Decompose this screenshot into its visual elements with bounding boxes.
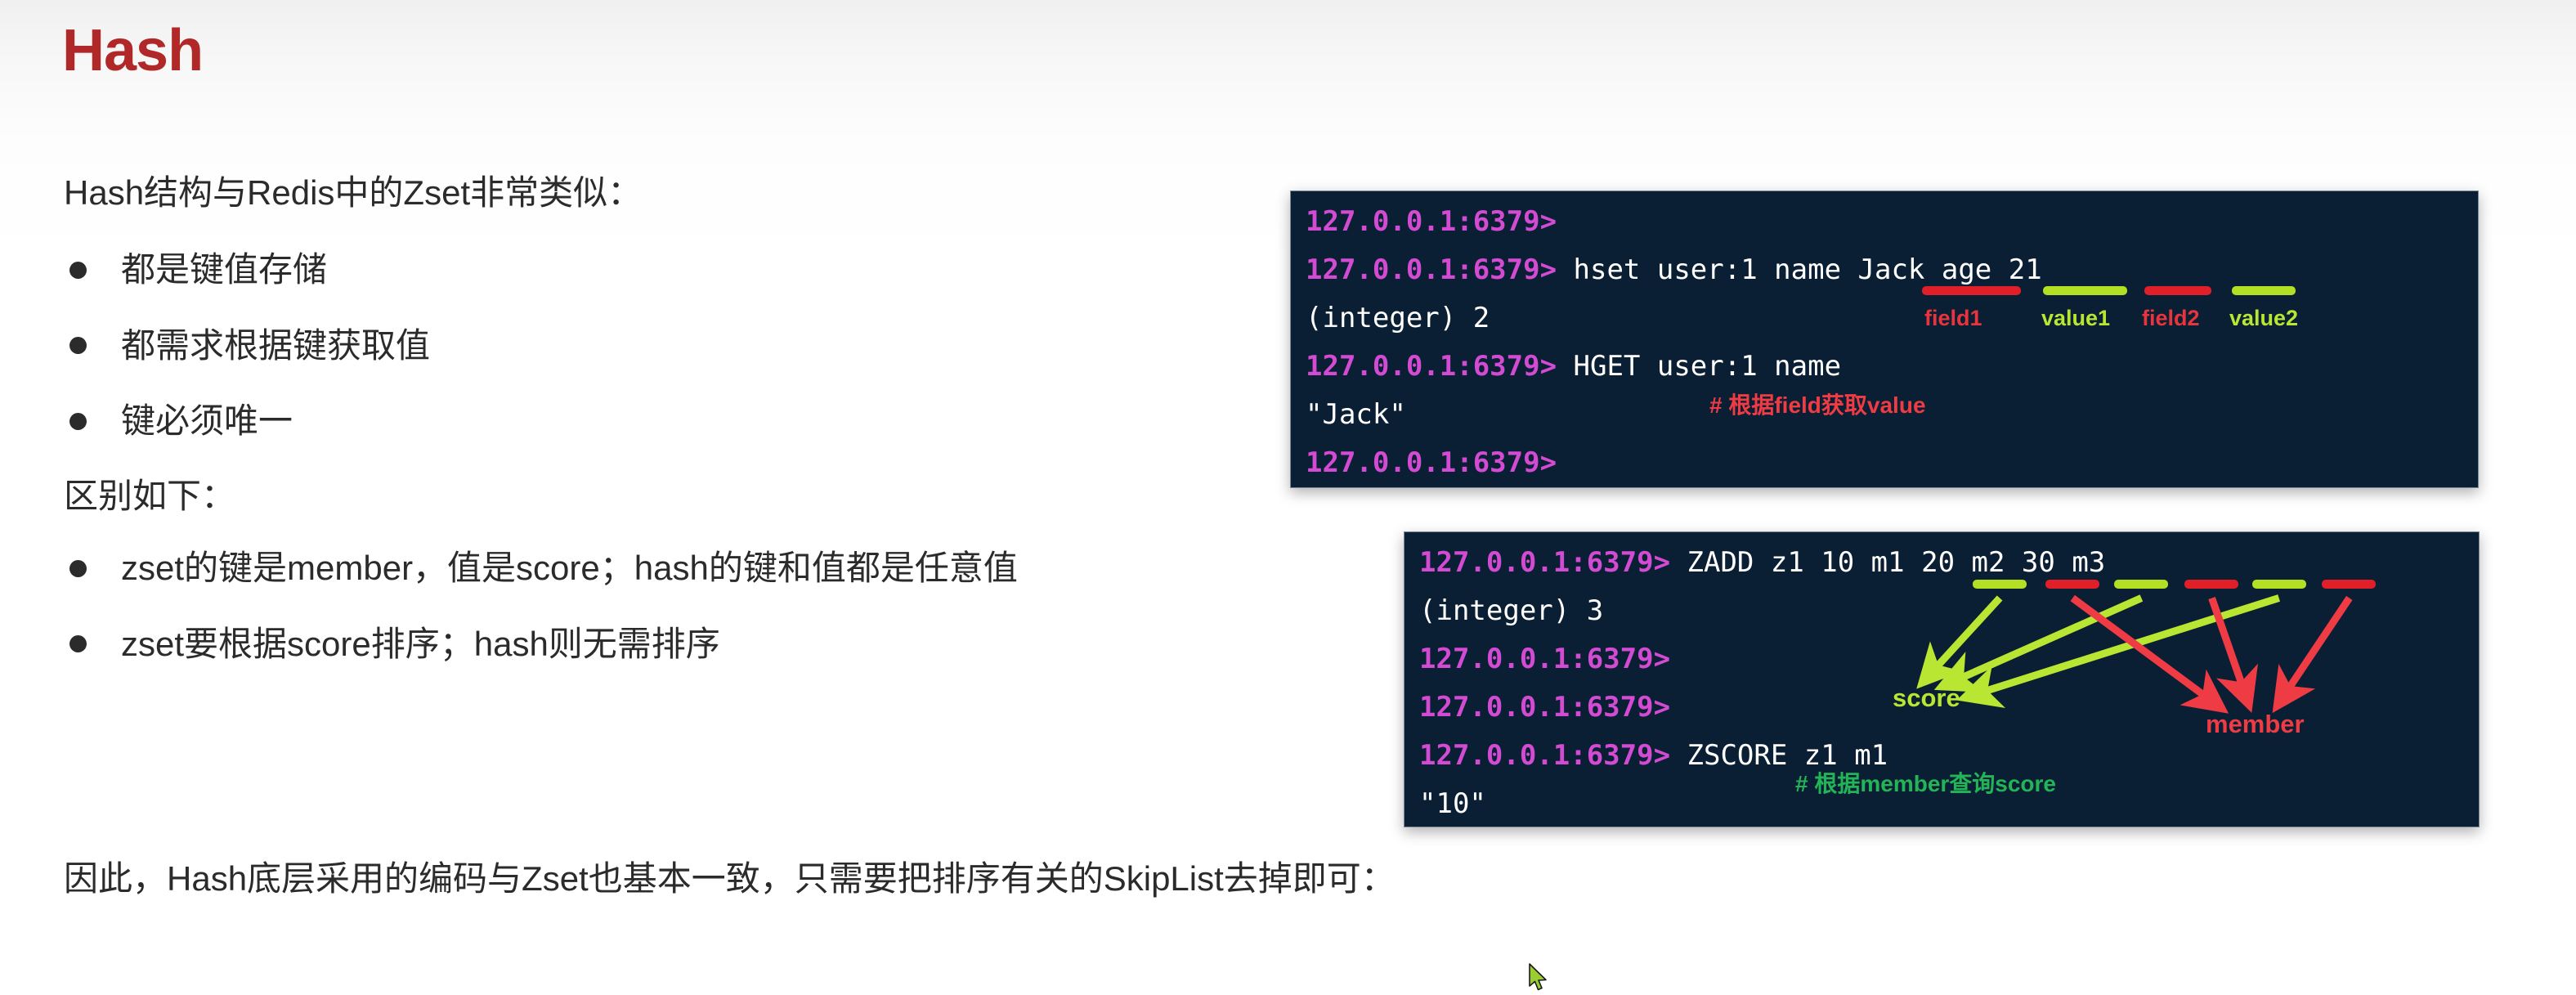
terminal-line: 127.0.0.1:6379> <box>1306 204 1557 240</box>
value2-label: value2 <box>2229 306 2299 330</box>
bullet-dot-icon <box>69 635 87 653</box>
list-item-label: zset要根据score排序；hash则无需排序 <box>121 624 720 663</box>
list-item: zset的键是member，值是score；hash的键和值都是任意值 <box>64 549 1274 588</box>
hget-comment: # 根据field获取value <box>1709 392 1926 418</box>
zscore-comment: # 根据member查询score <box>1795 771 2057 796</box>
field2-label: field2 <box>2142 306 2200 330</box>
list-item-label: 都需求根据键获取值 <box>121 325 431 365</box>
value1-label: value1 <box>2041 306 2111 330</box>
difference-heading: 区别如下： <box>64 477 236 516</box>
terminal-line: 127.0.0.1:6379> <box>1419 690 1670 725</box>
conclusion-paragraph: 因此，Hash底层采用的编码与Zset也基本一致，只需要把排序有关的SkipLi… <box>64 859 1396 898</box>
score-30-underline <box>2252 580 2306 589</box>
terminal-line: 127.0.0.1:6379> ZADD z1 10 m1 20 m2 30 m… <box>1419 545 2105 580</box>
member-m3-underline <box>2322 580 2376 589</box>
terminal-prompt: 127.0.0.1:6379> <box>1419 739 1671 772</box>
bullet-dot-icon <box>69 412 87 430</box>
list-item-label: zset的键是member，值是score；hash的键和值都是任意值 <box>121 549 1018 588</box>
terminal-line: (integer) 2 <box>1306 301 1490 336</box>
intro-paragraph: Hash结构与Redis中的Zset非常类似： <box>64 173 643 212</box>
page-title: Hash <box>62 18 204 83</box>
list-item: 键必须唯一 <box>64 401 1274 441</box>
terminal-line: "Jack" <box>1306 397 1406 433</box>
list-item-label: 都是键值存储 <box>121 250 328 289</box>
terminal-line: "10" <box>1419 787 1486 822</box>
list-item: 都需求根据键获取值 <box>64 326 1274 365</box>
mouse-cursor-icon <box>1529 963 1547 991</box>
terminal-output: (integer) 3 <box>1419 594 1604 627</box>
list-item: zset要根据score排序；hash则无需排序 <box>64 625 1274 664</box>
terminal-line: (integer) 3 <box>1419 594 1603 629</box>
terminal-command: HGET user:1 name <box>1557 350 1842 383</box>
field1-label: field1 <box>1924 306 1982 330</box>
terminal-prompt: 127.0.0.1:6379> <box>1306 253 1557 286</box>
terminal-line: 127.0.0.1:6379> hset user:1 name Jack ag… <box>1306 253 2042 288</box>
terminal-prompt: 127.0.0.1:6379> <box>1306 205 1557 238</box>
value1-underline <box>2043 286 2127 295</box>
field2-underline <box>2144 286 2211 295</box>
member-arrow-label: member <box>2206 710 2305 738</box>
member-m1-underline <box>2045 580 2099 589</box>
terminal-prompt: 127.0.0.1:6379> <box>1419 691 1671 724</box>
field1-underline <box>1922 286 2021 295</box>
terminal-line: 127.0.0.1:6379> HGET user:1 name <box>1306 349 1841 384</box>
terminal-prompt: 127.0.0.1:6379> <box>1306 350 1557 383</box>
terminal-zadd-screenshot: 127.0.0.1:6379> ZADD z1 10 m1 20 m2 30 m… <box>1404 531 2480 827</box>
bullet-dot-icon <box>69 337 87 355</box>
terminal-line: 127.0.0.1:6379> <box>1419 642 1670 677</box>
terminal-command: hset user:1 name Jack age 21 <box>1557 253 2042 286</box>
terminal-line: 127.0.0.1:6379> <box>1306 446 1557 481</box>
member-m2-underline <box>2184 580 2238 589</box>
terminal-output: (integer) 2 <box>1306 302 1490 334</box>
list-item: 都是键值存储 <box>64 250 1274 289</box>
score-10-underline <box>1973 580 2027 589</box>
bullet-dot-icon <box>69 560 87 578</box>
terminal-prompt: 127.0.0.1:6379> <box>1419 643 1671 675</box>
list-item-label: 键必须唯一 <box>121 401 293 440</box>
terminal-output: "Jack" <box>1306 398 1406 431</box>
terminal-prompt: 127.0.0.1:6379> <box>1306 446 1557 479</box>
content-column: Hash结构与Redis中的Zset非常类似： 都是键值存储 都需求根据键获取值… <box>64 173 1274 700</box>
terminal-prompt: 127.0.0.1:6379> <box>1419 546 1671 579</box>
terminal-command: ZADD z1 10 m1 20 m2 30 m3 <box>1670 546 2106 579</box>
terminal-hset-screenshot: 127.0.0.1:6379> 127.0.0.1:6379> hset use… <box>1290 190 2479 488</box>
score-arrow-label: score <box>1893 684 1960 712</box>
bullet-dot-icon <box>69 261 87 279</box>
value2-underline <box>2232 286 2296 295</box>
score-20-underline <box>2114 580 2168 589</box>
terminal-output: "10" <box>1419 787 1486 820</box>
